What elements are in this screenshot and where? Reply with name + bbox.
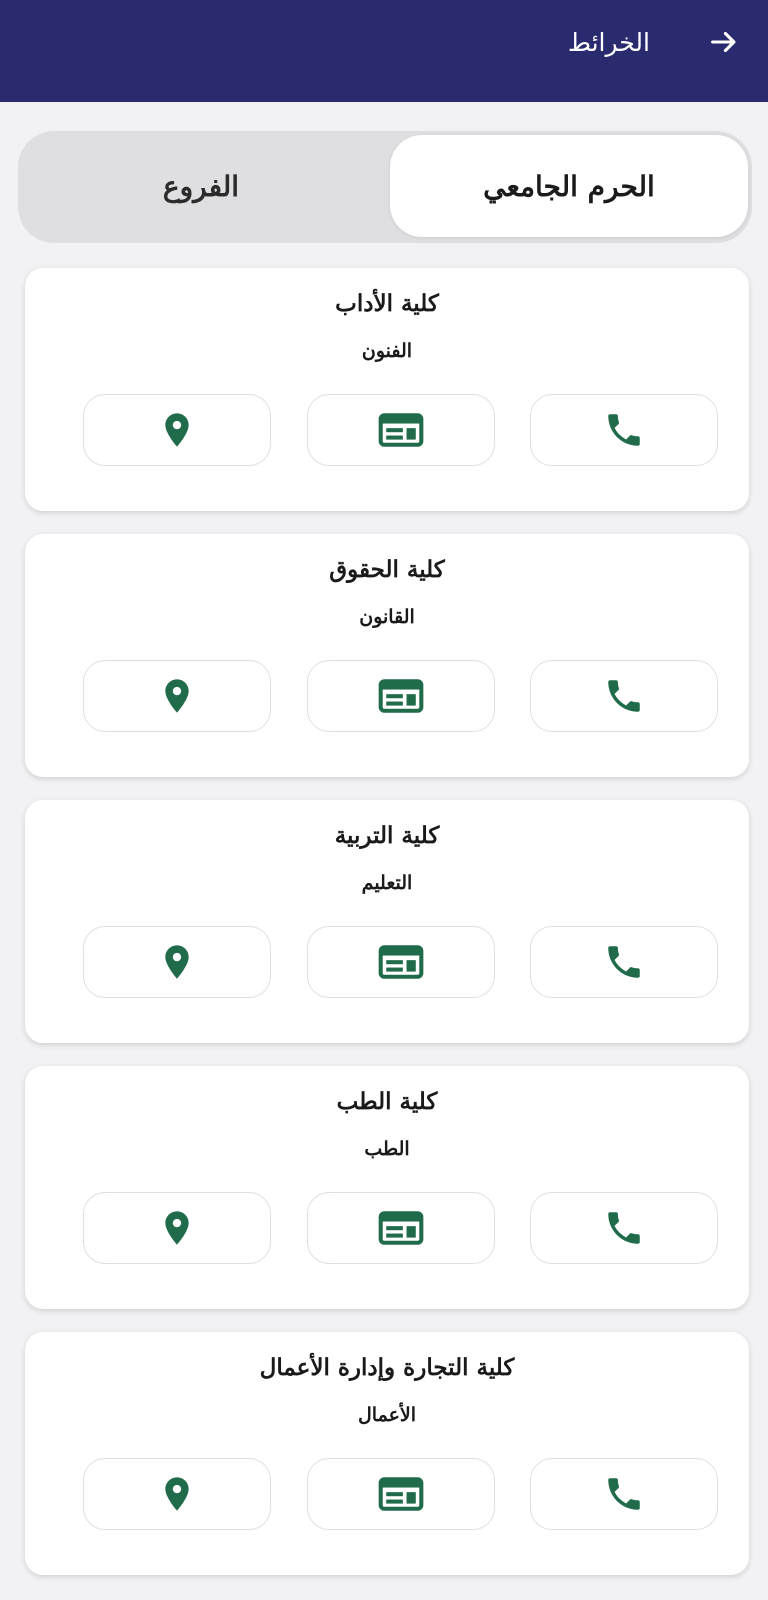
college-subtitle: الأعمال xyxy=(357,1404,417,1426)
college-card: كلية التجارة وإدارة الأعمال الأعمال xyxy=(25,1332,749,1575)
phone-icon xyxy=(603,1207,645,1249)
college-title: كلية الأداب xyxy=(335,290,439,317)
arrow-right-icon xyxy=(707,25,741,59)
phone-icon xyxy=(603,1473,645,1515)
phone-button[interactable] xyxy=(530,394,718,466)
college-title: كلية الحقوق xyxy=(329,556,445,583)
location-button[interactable] xyxy=(83,926,271,998)
phone-button[interactable] xyxy=(530,926,718,998)
tab-campus[interactable]: الحرم الجامعي xyxy=(390,135,748,237)
map-pin-icon xyxy=(157,674,197,718)
tab-branches[interactable]: الفروع xyxy=(22,135,380,237)
segmented-control: الحرم الجامعي الفروع xyxy=(18,131,752,243)
back-button[interactable] xyxy=(702,20,746,64)
info-button[interactable] xyxy=(307,1458,495,1530)
info-button[interactable] xyxy=(307,1192,495,1264)
location-button[interactable] xyxy=(83,1192,271,1264)
info-button[interactable] xyxy=(307,926,495,998)
card-icon xyxy=(377,1207,425,1249)
college-subtitle: الفنون xyxy=(361,340,413,362)
college-title: كلية الطب xyxy=(336,1088,438,1115)
page-title: الخرائط xyxy=(567,28,650,57)
college-title: كلية التجارة وإدارة الأعمال xyxy=(259,1354,515,1381)
phone-icon xyxy=(603,409,645,451)
map-pin-icon xyxy=(157,1472,197,1516)
map-pin-icon xyxy=(157,1206,197,1250)
card-icon xyxy=(377,409,425,451)
location-button[interactable] xyxy=(83,394,271,466)
college-card: كلية الأداب الفنون xyxy=(25,268,749,511)
map-pin-icon xyxy=(157,408,197,452)
phone-button[interactable] xyxy=(530,1458,718,1530)
college-subtitle: القانون xyxy=(359,606,415,628)
info-button[interactable] xyxy=(307,394,495,466)
college-subtitle: الطب xyxy=(364,1138,410,1160)
phone-button[interactable] xyxy=(530,1192,718,1264)
college-card: كلية الحقوق القانون xyxy=(25,534,749,777)
location-button[interactable] xyxy=(83,660,271,732)
location-button[interactable] xyxy=(83,1458,271,1530)
map-pin-icon xyxy=(157,940,197,984)
card-icon xyxy=(377,675,425,717)
college-title: كلية التربية xyxy=(334,822,440,849)
app-bar: الخرائط xyxy=(0,0,768,102)
college-card: كلية التربية التعليم xyxy=(25,800,749,1043)
college-subtitle: التعليم xyxy=(361,872,413,894)
card-icon xyxy=(377,941,425,983)
info-button[interactable] xyxy=(307,660,495,732)
phone-icon xyxy=(603,675,645,717)
college-card: كلية الطب الطب xyxy=(25,1066,749,1309)
phone-button[interactable] xyxy=(530,660,718,732)
phone-icon xyxy=(603,941,645,983)
card-icon xyxy=(377,1473,425,1515)
